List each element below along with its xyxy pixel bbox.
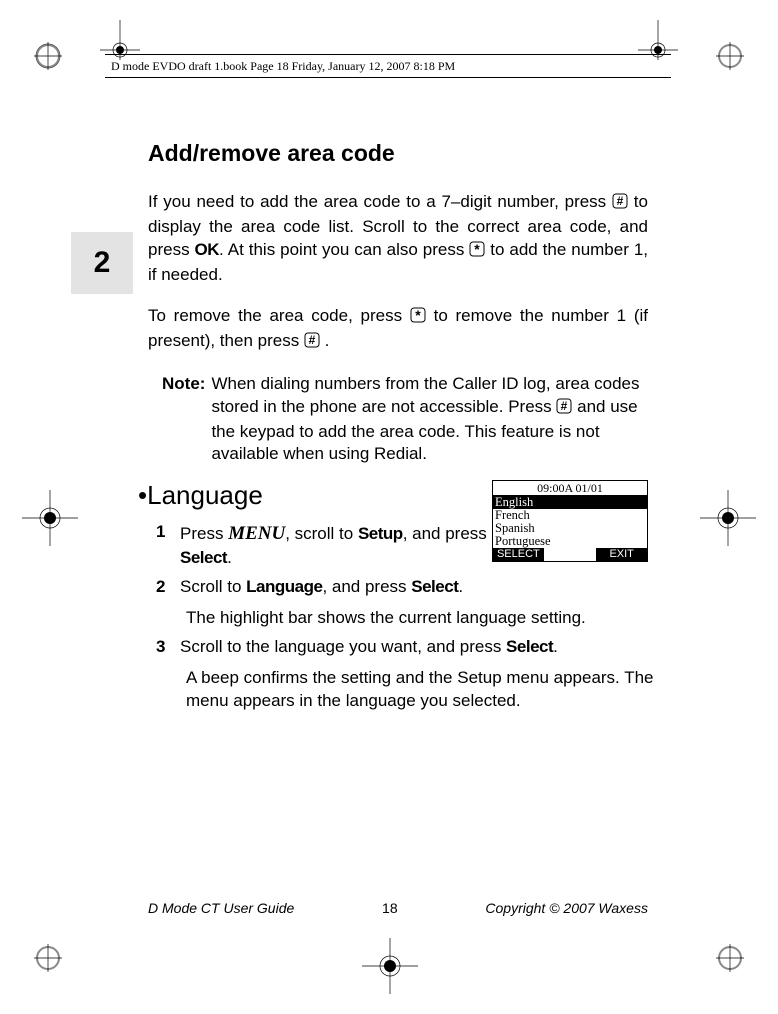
hash-icon: # [612,193,628,216]
text: If you need to add the area code to a 7–… [148,192,612,211]
phone-status-bar: 09:00A 01/01 [493,481,647,496]
svg-text:#: # [309,333,316,347]
page-footer: D Mode CT User Guide 18 Copyright © 2007… [148,900,648,916]
note-block: Note: When dialing numbers from the Call… [148,373,648,467]
running-header: D mode EVDO draft 1.book Page 18 Friday,… [105,54,671,78]
star-icon: * [469,241,485,264]
text: Scroll to the language you want, and pre… [180,637,506,656]
crop-mark [22,490,78,546]
ui-label-select: Select [506,637,553,656]
hash-icon: # [556,398,572,421]
language-section: •Language 09:00A 01/01 English French Sp… [148,480,648,712]
registration-mark [34,42,62,70]
text: , scroll to [285,524,358,543]
crop-mark [362,938,418,994]
registration-mark [716,944,744,972]
chapter-number-tab: 2 [71,232,133,294]
paragraph: To remove the area code, press * to remo… [148,305,648,355]
note-label: Note: [162,373,211,467]
svg-text:*: * [475,241,481,257]
text: , and press [322,577,411,596]
text: , and press [403,524,487,543]
text: . [553,637,558,656]
text: . At this point you can also press [219,240,469,259]
list-item: 1 Press MENU, scroll to Setup, and press… [148,521,648,570]
ui-label-select: Select [411,577,458,596]
footer-left: D Mode CT User Guide [148,900,294,916]
steps-list: 1 Press MENU, scroll to Setup, and press… [148,521,648,712]
text: To remove the area code, press [148,306,410,325]
footer-right: Copyright © 2007 Waxess [485,900,648,916]
crop-mark [700,490,756,546]
page-number: 18 [382,900,398,916]
svg-text:#: # [617,194,624,208]
registration-mark [716,42,744,70]
svg-text:*: * [415,307,421,323]
text: . [227,548,232,567]
star-icon: * [410,307,426,330]
step-subtext: A beep confirms the setting and the Setu… [180,667,656,713]
hash-icon: # [304,332,320,355]
page-root: D mode EVDO draft 1.book Page 18 Friday,… [0,0,778,1014]
menu-key-label: MENU [228,523,285,544]
ui-label-language: Language [246,577,322,596]
text: Press [180,524,228,543]
svg-text:#: # [561,399,568,413]
step-number: 2 [156,576,165,599]
text: Scroll to [180,577,246,596]
registration-mark [34,944,62,972]
running-header-text: D mode EVDO draft 1.book Page 18 Friday,… [111,59,455,73]
step-subtext: The highlight bar shows the current lang… [180,607,656,630]
text: . [458,577,463,596]
list-item: 3 Scroll to the language you want, and p… [148,636,648,713]
chapter-number: 2 [94,246,111,279]
ui-label-setup: Setup [358,524,403,543]
step-number: 1 [156,521,165,544]
section-title: Add/remove area code [148,140,648,167]
ok-icon: OK [195,240,220,259]
step-number: 3 [156,636,165,659]
content-area: Add/remove area code If you need to add … [148,140,648,719]
paragraph: If you need to add the area code to a 7–… [148,191,648,287]
phone-option-selected: English [493,496,647,509]
text: . [320,331,329,350]
ui-label-select: Select [180,548,227,567]
list-item: 2 Scroll to Language, and press Select. … [148,576,648,630]
note-text: When dialing numbers from the Caller ID … [211,373,648,467]
